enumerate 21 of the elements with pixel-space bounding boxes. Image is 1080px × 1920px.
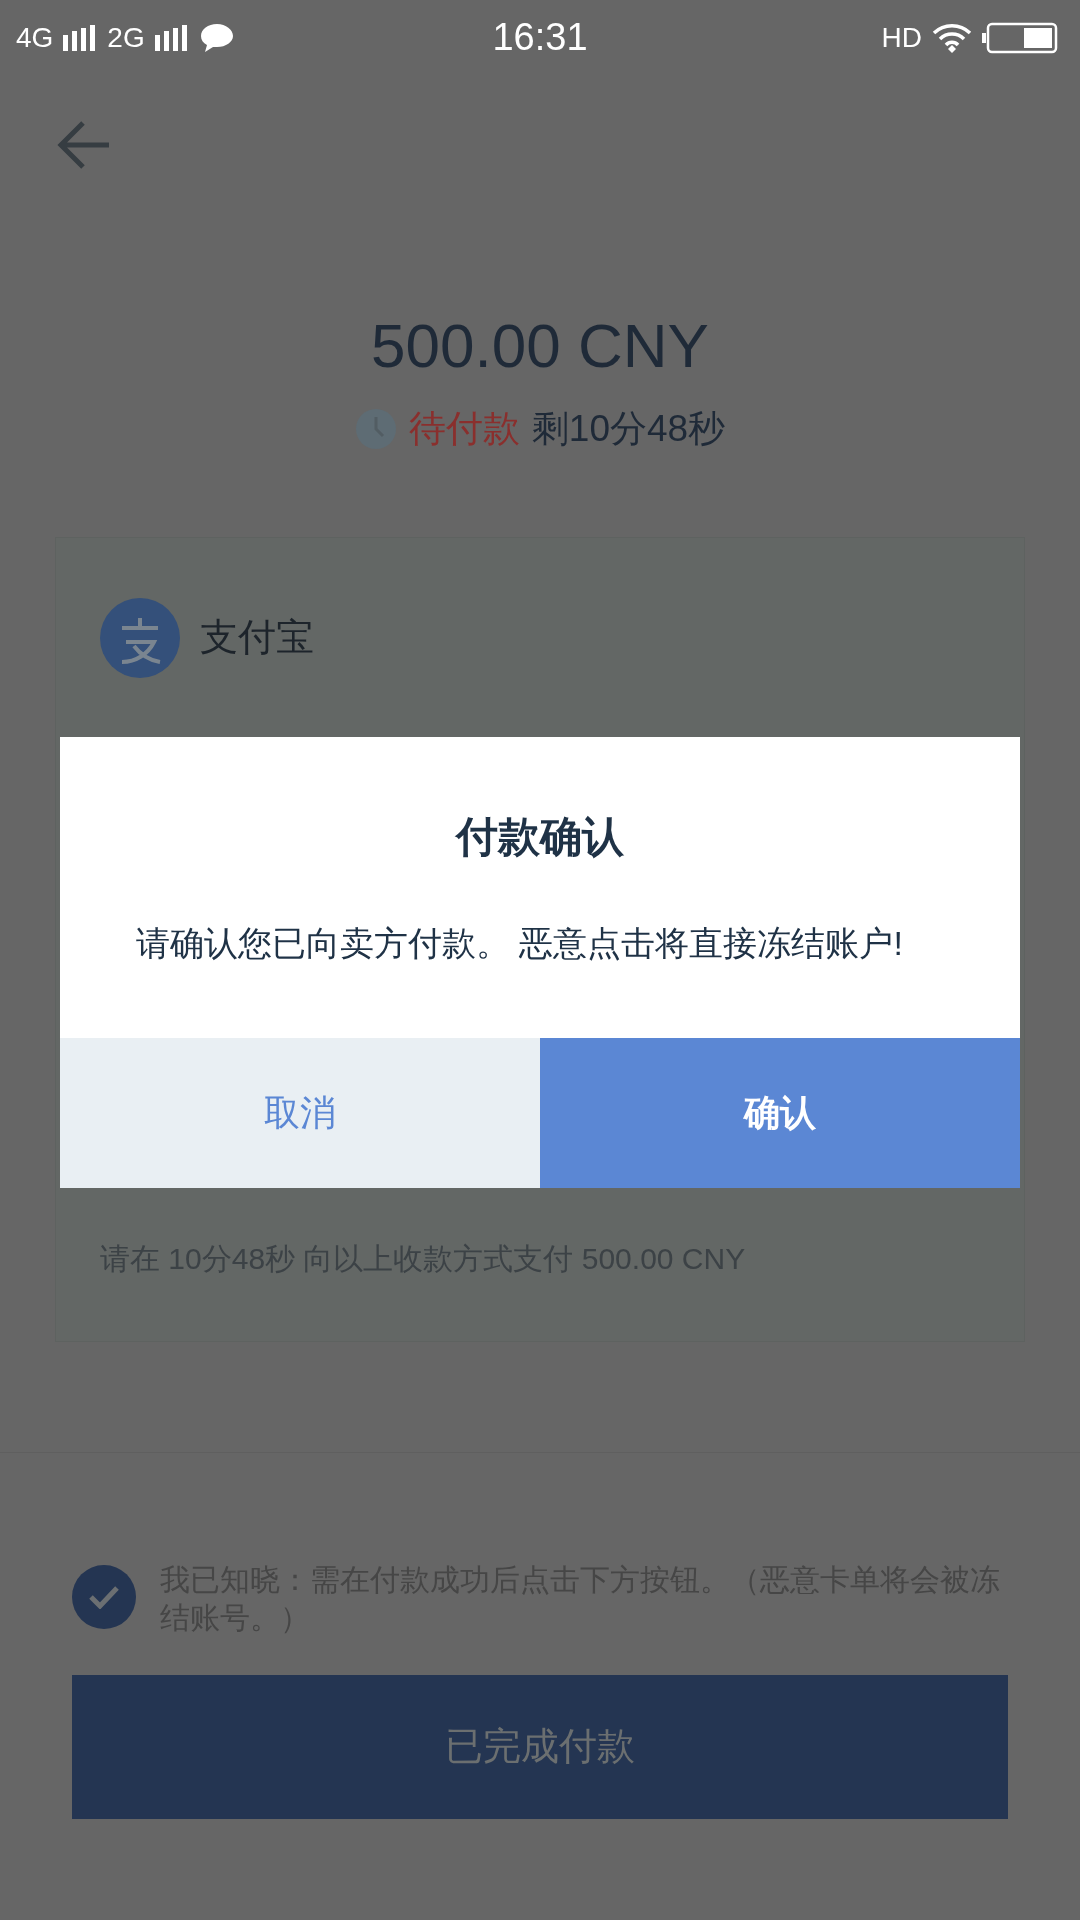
network-label: 4G xyxy=(16,20,54,55)
chat-bubble-icon xyxy=(198,21,235,54)
signal-icon xyxy=(154,24,189,51)
dialog-message: 请确认您已向卖方付款。 恶意点击将直接冻结账户! xyxy=(135,923,904,964)
battery-icon xyxy=(982,21,1058,54)
time-remaining: 剩10分48秒 xyxy=(531,407,726,451)
payment-done-button[interactable]: 已完成付款 xyxy=(72,1674,1008,1819)
dialog-title: 付款确认 xyxy=(454,812,625,862)
cancel-button[interactable]: 取消 xyxy=(60,1038,540,1188)
amount-text: 500.00 CNY xyxy=(371,315,709,377)
status-label: 待付款 xyxy=(408,407,520,451)
signal-icon xyxy=(63,24,98,51)
payment-method-name: 支付宝 xyxy=(200,615,314,660)
payment-logo-icon xyxy=(100,597,180,678)
network-label: 2G xyxy=(107,20,145,55)
confirm-button[interactable]: 确认 xyxy=(540,1038,1020,1188)
back-arrow-icon xyxy=(57,120,111,170)
hd-label: HD xyxy=(881,20,922,55)
clock-time: 16:31 xyxy=(491,15,589,60)
wifi-icon xyxy=(932,21,972,54)
checkmark-icon xyxy=(88,1584,120,1609)
